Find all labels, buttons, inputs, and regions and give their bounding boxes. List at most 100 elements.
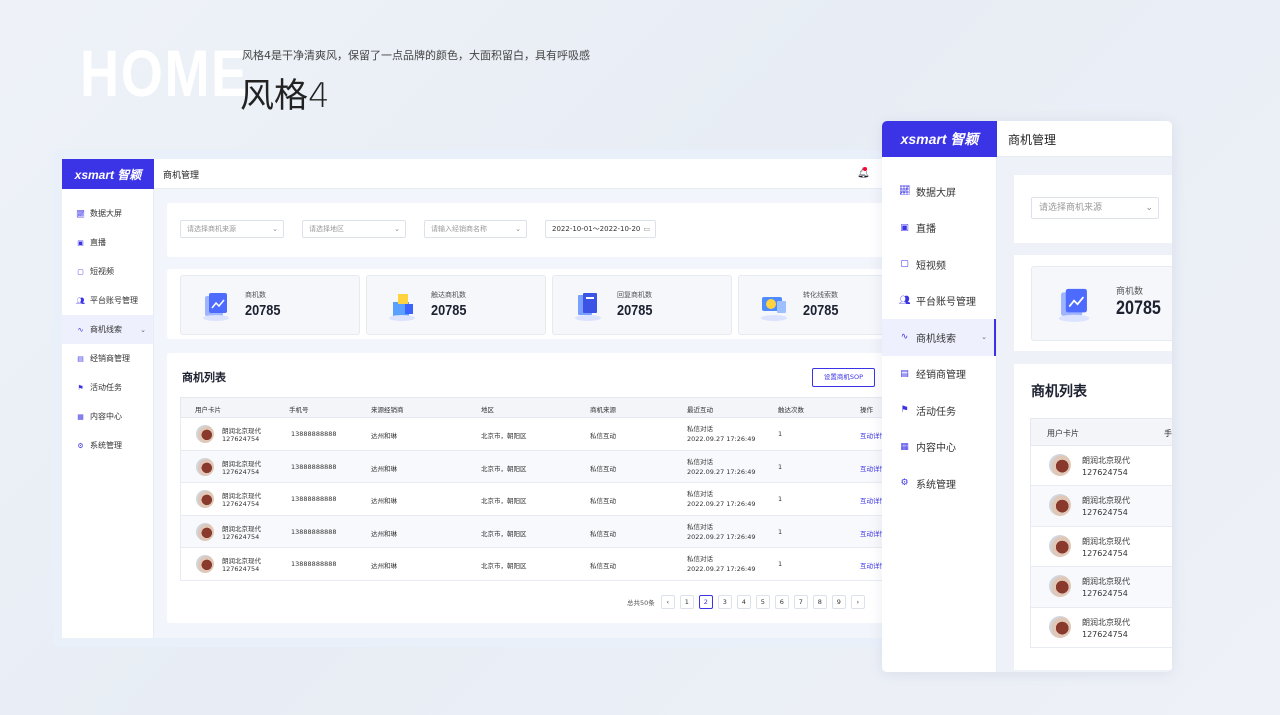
set-sop-button[interactable]: 设置商机SOP (812, 368, 875, 387)
table-row[interactable]: 朗润北京现代 127624754 13888888888 达州和琳 北京市，朝阳区 私信互… (180, 450, 900, 483)
recent-type-cell: 私信对话 (687, 425, 713, 433)
sidebar-item-dashboard[interactable]: 📈︎ 数据大屏 (882, 173, 996, 210)
select-placeholder: 请选择商机来源 (187, 225, 236, 233)
live-icon: ▣ (77, 238, 84, 247)
brand-logo[interactable]: xsmart 智颖 (62, 159, 154, 189)
date-range-picker[interactable]: 2022-10-01～2022-10-20 ▭ (545, 220, 656, 238)
stat-label: 商机数 (245, 291, 266, 299)
chevron-down-icon: ⌄ (981, 333, 987, 342)
stat-card: 触达商机数 20785 (366, 275, 546, 335)
sidebar-item-dashboard[interactable]: 📈︎ 数据大屏 (62, 199, 153, 228)
sidebar-item-dealers[interactable]: ▤ 经销商管理 (62, 344, 153, 373)
region-select[interactable]: 请选择地区 ⌄ (302, 220, 406, 238)
pagination-page[interactable]: 8 (812, 595, 827, 609)
source-select[interactable]: 请选择商机来源 ⌄ (180, 220, 284, 238)
sidebar-item-label: 内容中心 (90, 412, 122, 421)
list-title: 商机列表 (1031, 384, 1087, 400)
sidebar-item-live[interactable]: ▣ 直播 (882, 210, 996, 247)
gear-icon: ⚙ (77, 441, 84, 450)
pagination-page[interactable]: 5 (755, 595, 770, 609)
region-cell: 北京市，朝阳区 (481, 432, 527, 440)
sidebar-item-live[interactable]: ▣ 直播 (62, 228, 153, 257)
sidebar-item-label: 直播 (916, 224, 936, 236)
sidebar-item-content[interactable]: ▦ 内容中心 (62, 402, 153, 431)
user-id: 127624754 (1082, 548, 1128, 558)
user-id: 127624754 (222, 565, 260, 573)
recent-time-cell: 2022.09.27 17:26:49 (687, 500, 756, 508)
stat-label: 转化线索数 (803, 291, 838, 299)
sidebar-item-tasks[interactable]: ⚑ 活动任务 (882, 392, 996, 429)
sidebar-item-accounts[interactable]: 👥︎ 平台账号管理 (62, 286, 153, 315)
pagination-page[interactable]: 2 (698, 595, 713, 609)
column-header: 操作 (860, 406, 873, 414)
table-row[interactable]: 朗润北京现代 127624754 (1030, 446, 1172, 487)
sidebar-item-label: 平台账号管理 (916, 297, 976, 309)
pagination-next-icon[interactable]: › (850, 595, 865, 609)
stats-panel: 商机数 20785 (1014, 255, 1172, 351)
table-row[interactable]: 朗润北京现代 127624754 (1030, 607, 1172, 648)
column-header: 地区 (481, 406, 494, 414)
sidebar-item-leads[interactable]: ∿ 商机线索 ⌄ (882, 319, 996, 356)
top-bar: xsmart 智颖 商机管理 (882, 121, 1172, 157)
user-name: 朗润北京现代 (222, 459, 261, 468)
sidebar-item-tasks[interactable]: ⚑ 活动任务 (62, 373, 153, 402)
app-window-zoom: xsmart 智颖 商机管理 📈︎ 数据大屏 ▣ 直播 ▢ 短视频 👥︎ 平台账号管理 … (882, 121, 1172, 672)
app-window-main: xsmart 智颖 商机管理 🔔︎ 📈︎ 数据大屏 ▣ 直播 ▢ 短视频 👥︎ 平台账号… (53, 150, 903, 647)
table-header: 用户卡片 手机号 来源经销商 地区 商机来源 最近互动 触达次数 操作 (180, 397, 900, 418)
pagination-page[interactable]: 4 (736, 595, 751, 609)
pagination-page[interactable]: 1 (679, 595, 694, 609)
source-cell: 私信互动 (590, 497, 616, 505)
pagination-page[interactable]: 7 (793, 595, 808, 609)
main-content: 请选择商机来源 ⌄ 请选择地区 ⌄ 请输入经销商名称 ⌄ 2022-10-01～202… (167, 203, 903, 638)
sidebar-item-label: 商机线索 (916, 333, 956, 345)
brand-logo[interactable]: xsmart 智颖 (882, 121, 997, 157)
avatar (1049, 494, 1071, 517)
table-row[interactable]: 朗润北京现代 127624754 (1030, 567, 1172, 608)
column-header: 用户卡片 (195, 406, 221, 414)
sidebar-item-content[interactable]: ▦ 内容中心 (882, 429, 996, 466)
table-row[interactable]: 朗润北京现代 127624754 (1030, 526, 1172, 568)
hero-style-title: 风格4 (240, 76, 330, 116)
document-illustration-icon (575, 293, 601, 321)
pagination-page[interactable]: 6 (774, 595, 789, 609)
stat-value: 20785 (617, 302, 653, 319)
source-cell: 私信互动 (590, 529, 616, 538)
page-title: 商机管理 (163, 171, 200, 181)
table-row[interactable]: 朗润北京现代 127624754 (1030, 486, 1172, 527)
cube-stack-illustration-icon (389, 294, 415, 321)
sidebar-item-system[interactable]: ⚙ 系统管理 (62, 431, 153, 460)
table-row[interactable]: 朗润北京现代 127624754 13888888888 达州和琳 北京市，朝阳区 私信互… (180, 418, 900, 451)
dealer-search-input[interactable]: 请输入经销商名称 ⌄ (424, 220, 527, 238)
count-cell: 1 (778, 560, 783, 568)
flag-icon: ⚑ (900, 405, 909, 416)
sidebar-item-leads[interactable]: ∿ 商机线索 ⌄ (62, 315, 153, 344)
count-cell: 1 (778, 527, 783, 536)
user-id: 127624754 (222, 500, 260, 508)
dealer-cell: 达州和琳 (371, 562, 397, 570)
user-name: 朗润北京现代 (1082, 456, 1130, 465)
sidebar-item-video[interactable]: ▢ 短视频 (62, 257, 153, 286)
user-name: 朗润北京现代 (222, 492, 261, 500)
pagination-prev-icon[interactable]: ‹ (660, 595, 675, 609)
table-row[interactable]: 朗润北京现代 127624754 13888888888 达州和琳 北京市，朝阳区 私信互… (180, 548, 900, 581)
sidebar-item-accounts[interactable]: 👥︎ 平台账号管理 (882, 283, 996, 320)
pagination-page[interactable]: 9 (831, 595, 846, 609)
pagination-page[interactable]: 3 (717, 595, 732, 609)
chart-icon: 📈︎ (76, 209, 85, 218)
stat-card: 转化线索数 20785 (738, 275, 903, 335)
user-name: 朗润北京现代 (222, 427, 261, 435)
sidebar-item-dealers[interactable]: ▤ 经销商管理 (882, 356, 996, 393)
stat-card: 回复商机数 20785 (552, 275, 732, 335)
user-name: 朗润北京现代 (222, 524, 261, 533)
sidebar-item-system[interactable]: ⚙ 系统管理 (882, 465, 996, 502)
sidebar-item-video[interactable]: ▢ 短视频 (882, 246, 996, 283)
table-row[interactable]: 朗润北京现代 127624754 13888888888 达州和琳 北京市，朝阳区 私信互… (180, 515, 900, 548)
conversion-illustration-icon (761, 297, 787, 321)
sidebar-item-label: 系统管理 (916, 479, 956, 491)
table-row[interactable]: 朗润北京现代 127624754 13888888888 达州和琳 北京市，朝阳区 私信互… (180, 483, 900, 516)
pagination: 总共50条 ‹ 1 2 3 4 5 6 7 8 9 › (627, 595, 870, 609)
sidebar-item-label: 活动任务 (916, 406, 956, 418)
source-select[interactable]: 请选择商机来源 ⌄ (1031, 197, 1159, 219)
dealer-icon: ▤ (900, 368, 909, 379)
chevron-down-icon: ⌄ (515, 225, 521, 233)
